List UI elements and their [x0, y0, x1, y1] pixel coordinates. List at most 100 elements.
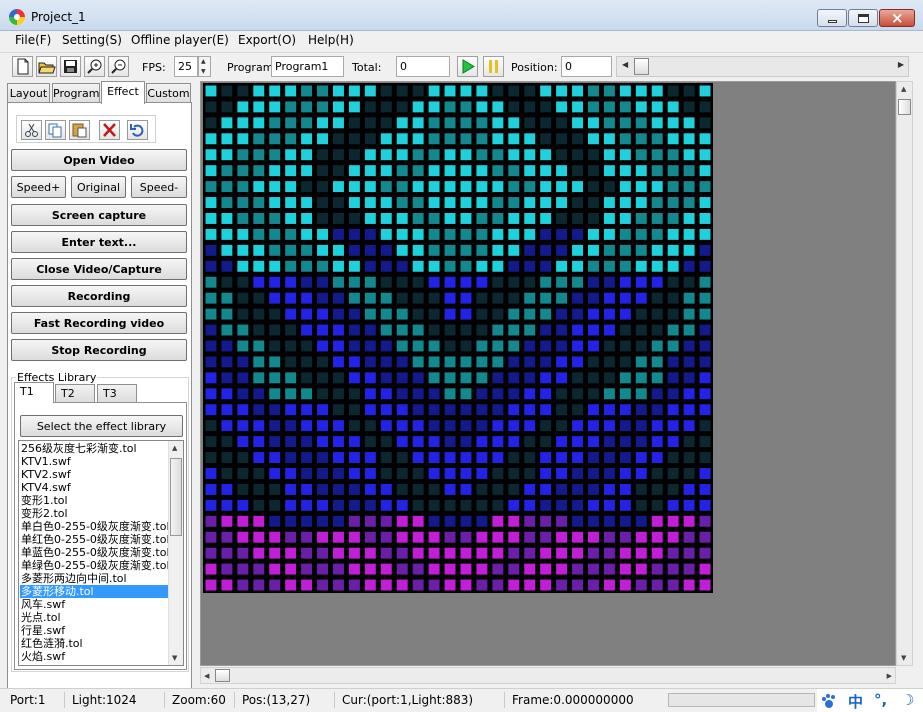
new-button[interactable]: [12, 56, 33, 77]
fps-stepper[interactable]: ▲ ▼: [198, 56, 211, 77]
preview-vertical-scrollbar[interactable]: ▲ ▼: [896, 81, 913, 666]
minimize-button[interactable]: [817, 9, 847, 27]
led-pixel: [603, 468, 615, 479]
effect-list-item[interactable]: 变形1.tol: [20, 494, 168, 507]
pause-icon: [489, 60, 498, 73]
undo-button[interactable]: [127, 120, 148, 140]
effect-list-item[interactable]: 单绿色0-255-0级灰度渐变.tol: [20, 559, 168, 572]
total-input[interactable]: 0: [396, 56, 450, 77]
effect-list-item[interactable]: 单蓝色0-255-0级灰度渐变.tol: [20, 546, 168, 559]
led-pixel: [524, 340, 536, 352]
zoom-out-button[interactable]: [108, 56, 129, 77]
delete-button[interactable]: [99, 120, 120, 140]
original-speed-button[interactable]: Original: [71, 176, 126, 198]
led-pixel: [572, 436, 583, 448]
play-button[interactable]: [457, 56, 478, 77]
effect-list-item[interactable]: 红色涟漪.tol: [20, 637, 168, 650]
led-pixel: [444, 563, 456, 575]
led-pixel: [333, 547, 344, 559]
effect-list-item[interactable]: 行星.swf: [20, 624, 168, 637]
moon-icon[interactable]: ☽: [901, 691, 914, 709]
effect-list-item[interactable]: 风车.swf: [20, 598, 168, 611]
effect-list-item[interactable]: KTV1.swf: [20, 455, 168, 468]
led-pixel: [285, 547, 297, 559]
enter-text-button[interactable]: Enter text...: [11, 231, 187, 253]
effects-list-scroll-thumb[interactable]: [170, 458, 182, 536]
effect-list-item[interactable]: 单白色0-255-0级灰度渐变.tol: [20, 520, 168, 533]
preview-horizontal-thumb[interactable]: [215, 669, 230, 682]
menu-setting[interactable]: Setting(S): [62, 33, 122, 47]
select-effect-library-button[interactable]: Select the effect library: [20, 415, 183, 437]
recording-button[interactable]: Recording: [11, 285, 187, 307]
maximize-button[interactable]: [848, 9, 878, 27]
menu-export[interactable]: Export(O): [238, 33, 296, 47]
zoom-in-button[interactable]: [84, 56, 105, 77]
tab-effect[interactable]: Effect: [101, 81, 145, 104]
fps-input[interactable]: 25: [174, 56, 198, 77]
tab-program[interactable]: Program: [52, 83, 100, 104]
effect-list-item[interactable]: 光点.tol: [20, 611, 168, 624]
led-pixel: [205, 452, 217, 463]
menu-help[interactable]: Help(H): [308, 33, 354, 47]
copy-button[interactable]: [45, 120, 66, 140]
preview-canvas[interactable]: [200, 81, 896, 666]
led-pixel: [540, 579, 552, 591]
effect-list-item[interactable]: 火焰.swf: [20, 650, 168, 663]
open-button[interactable]: [36, 56, 57, 77]
pause-button[interactable]: [483, 56, 504, 77]
close-button[interactable]: ×: [879, 9, 915, 27]
speed-down-button[interactable]: Speed-: [131, 176, 187, 198]
save-button[interactable]: [60, 56, 81, 77]
led-pixel: [428, 483, 440, 495]
paste-button[interactable]: [69, 120, 90, 140]
cut-button[interactable]: [21, 120, 42, 140]
led-pixel: [651, 468, 663, 479]
led-pixel: [492, 579, 504, 591]
led-pixel: [683, 404, 695, 416]
effect-list-item[interactable]: 多菱形移动.tol: [20, 585, 168, 598]
led-pixel: [412, 468, 424, 479]
open-video-button[interactable]: Open Video: [11, 149, 187, 171]
preview-horizontal-scrollbar[interactable]: ◀ ▶: [200, 667, 896, 684]
screen-capture-button[interactable]: Screen capture: [11, 204, 187, 226]
led-pixel: [317, 308, 328, 320]
led-pixel: [460, 468, 472, 479]
led-pixel: [556, 579, 568, 591]
led-pixel: [540, 276, 552, 288]
speed-up-button[interactable]: Speed+: [11, 176, 66, 198]
led-pixel: [540, 420, 552, 432]
led-pixel: [460, 563, 472, 575]
led-pixel: [635, 388, 647, 400]
effect-list-item[interactable]: 多菱形两边向中间.tol: [20, 572, 168, 585]
ime-toolbar[interactable]: 中 °, ☽: [817, 689, 923, 712]
effect-list-item[interactable]: 变形2.tol: [20, 507, 168, 520]
program-input[interactable]: Program1: [271, 56, 344, 77]
tab-t1[interactable]: T1: [14, 382, 54, 403]
fast-recording-button[interactable]: Fast Recording video: [11, 312, 187, 334]
effect-list-item[interactable]: KTV4.swf: [20, 481, 168, 494]
led-pixel: [699, 117, 711, 129]
effect-list-item[interactable]: KTV2.swf: [20, 468, 168, 481]
led-pixel: [460, 276, 472, 288]
ime-language[interactable]: 中: [848, 691, 863, 712]
effects-list-scrollbar[interactable]: ▲ ▼: [168, 441, 183, 665]
tab-t2[interactable]: T2: [55, 384, 95, 403]
position-slider-thumb[interactable]: [634, 58, 649, 75]
tab-t3[interactable]: T3: [97, 384, 137, 403]
led-pixel: [667, 85, 679, 97]
stop-recording-button[interactable]: Stop Recording: [11, 339, 187, 361]
position-slider[interactable]: ◀ ▶: [616, 56, 909, 77]
effect-list-item[interactable]: 256级灰度七彩渐变.tol: [20, 442, 168, 455]
preview-vertical-thumb[interactable]: [898, 99, 911, 115]
tab-custom[interactable]: Custom: [146, 83, 191, 104]
ime-punctuation[interactable]: °,: [874, 691, 887, 709]
led-pixel: [412, 340, 424, 352]
close-video-button[interactable]: Close Video/Capture: [11, 258, 187, 280]
tab-layout[interactable]: Layout: [7, 83, 50, 104]
position-input[interactable]: 0: [561, 56, 612, 77]
effects-list[interactable]: 256级灰度七彩渐变.tol KTV1.swf KTV2.swf KTV4.swf 变形…: [18, 440, 184, 666]
menu-file[interactable]: File(F): [15, 33, 51, 47]
effect-list-item[interactable]: 单红色0-255-0级灰度渐变.tol: [20, 533, 168, 546]
led-pixel: [492, 244, 504, 256]
menu-offline-player[interactable]: Offline player(E): [131, 33, 229, 47]
